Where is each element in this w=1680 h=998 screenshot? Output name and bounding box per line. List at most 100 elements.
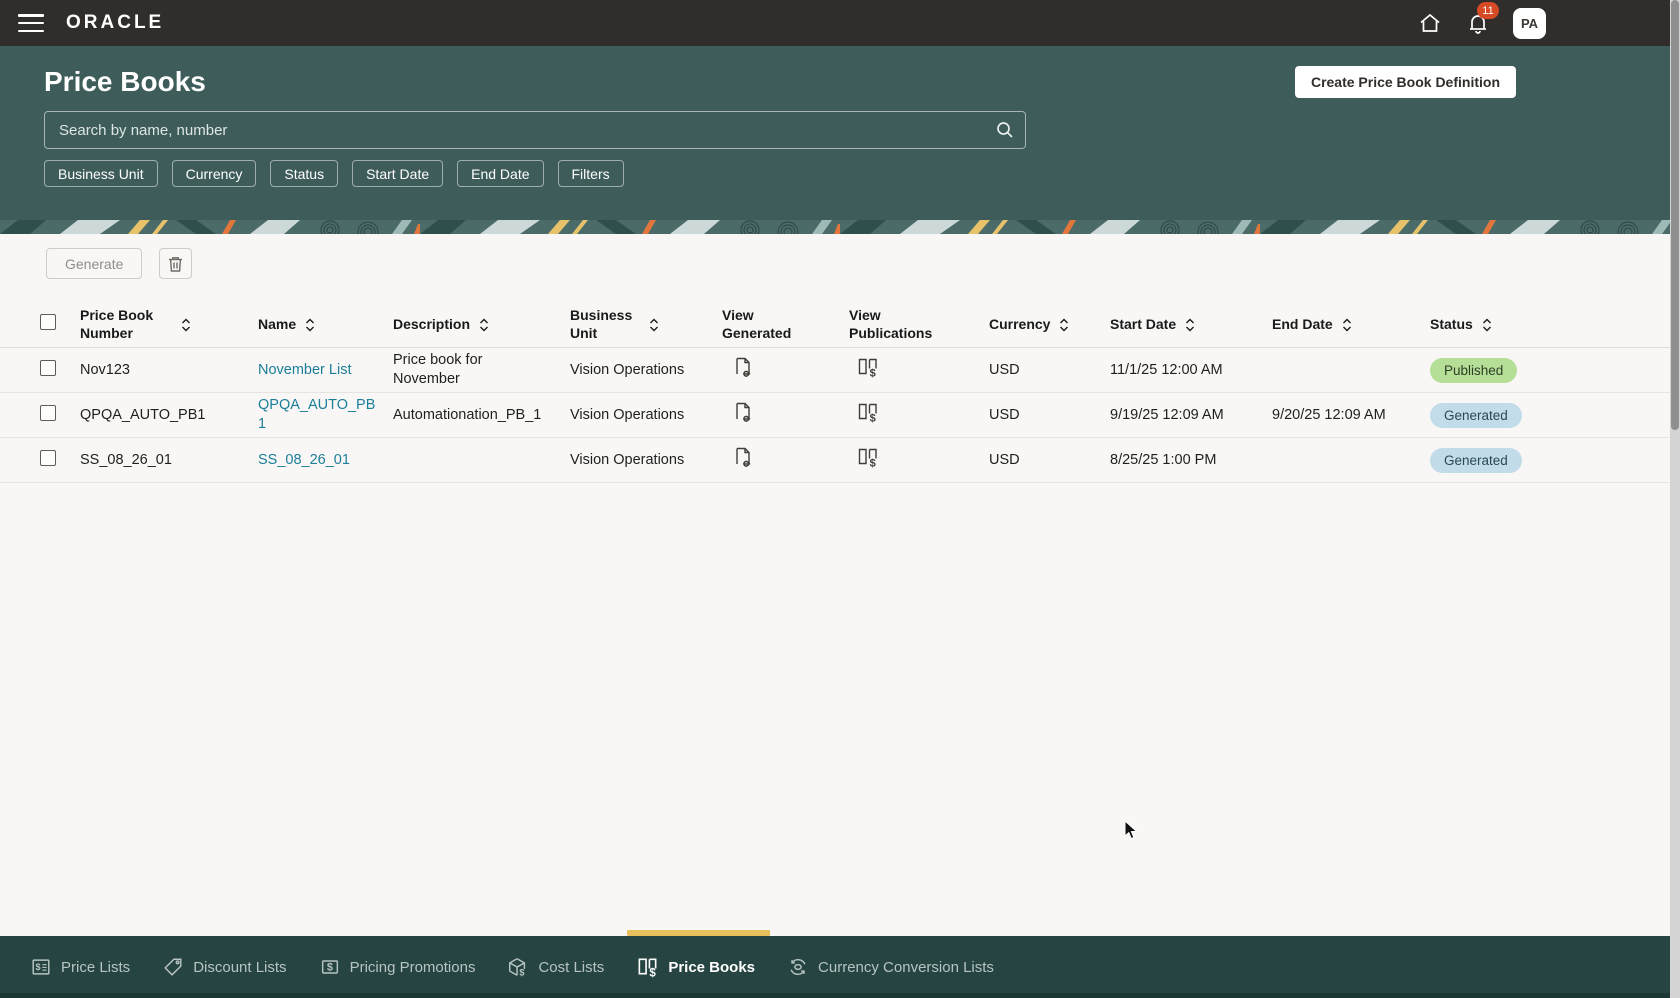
sort-icon[interactable]: [1341, 318, 1353, 332]
home-button[interactable]: [1417, 10, 1443, 36]
column-header-view-generated: View Generated: [722, 307, 792, 341]
svg-text:$: $: [326, 962, 332, 974]
svg-text:$: $: [870, 368, 876, 379]
filter-chip-currency[interactable]: Currency: [171, 160, 257, 187]
nav-item-currency-conversion-lists[interactable]: Currency Conversion Lists: [787, 936, 994, 998]
row-checkbox[interactable]: [40, 449, 56, 466]
hamburger-menu-icon[interactable]: [18, 14, 44, 32]
row-checkbox[interactable]: [40, 359, 56, 376]
price-book-name-link[interactable]: November List: [258, 362, 351, 378]
view-generated-icon[interactable]: [734, 402, 752, 423]
sort-icon[interactable]: [648, 318, 660, 332]
bottom-navigation: $ Price Lists Discount Lists $ Pricing P…: [0, 930, 1680, 998]
notifications-button[interactable]: 11: [1465, 2, 1499, 36]
status-badge: Generated: [1430, 402, 1522, 428]
price-lists-icon: $: [30, 956, 52, 978]
nav-item-label: Currency Conversion Lists: [818, 958, 994, 976]
user-avatar[interactable]: PA: [1513, 7, 1546, 39]
generate-button[interactable]: Generate: [46, 248, 143, 279]
column-header-currency[interactable]: Currency: [989, 316, 1110, 334]
filter-chip-filters[interactable]: Filters: [557, 160, 624, 187]
main-content: Generate Price Book Number Name Descript…: [0, 234, 1680, 936]
price-books-icon: $: [636, 956, 659, 979]
table-row: QPQA_AUTO_PB1 QPQA_AUTO_PB1 Automationat…: [0, 393, 1680, 438]
search-icon[interactable]: [985, 120, 1025, 140]
view-generated-icon[interactable]: [734, 447, 752, 468]
cell-currency: USD: [989, 361, 1020, 378]
nav-item-label: Pricing Promotions: [349, 958, 476, 976]
search-input[interactable]: [45, 121, 985, 139]
delete-button[interactable]: [159, 248, 193, 279]
tag-icon: [162, 956, 184, 978]
filter-chip-status[interactable]: Status: [270, 160, 339, 187]
currency-conversion-icon: [787, 956, 809, 978]
cost-box-icon: $: [507, 956, 529, 978]
nav-item-price-books[interactable]: $ Price Books: [627, 930, 770, 998]
svg-text:$: $: [36, 962, 41, 972]
sort-icon[interactable]: [180, 318, 192, 332]
cell-description: Automationation_PB_1: [393, 406, 542, 423]
sort-icon[interactable]: [478, 318, 490, 332]
column-header-view-publications: View Publications: [849, 307, 933, 341]
view-publications-icon[interactable]: $: [857, 357, 879, 378]
status-badge: Published: [1430, 357, 1518, 383]
table-toolbar: Generate: [46, 248, 1680, 279]
column-header-name[interactable]: Name: [258, 316, 393, 334]
table-header-row: Price Book Number Name Description Busin…: [0, 302, 1680, 348]
table-row: SS_08_26_01 SS_08_26_01 Vision Operation…: [0, 438, 1680, 483]
nav-item-discount-lists[interactable]: Discount Lists: [162, 936, 287, 998]
nav-item-label: Cost Lists: [538, 958, 605, 976]
scrollbar-thumb[interactable]: [1671, 0, 1679, 430]
row-checkbox[interactable]: [40, 404, 56, 421]
filter-chip-start-date[interactable]: Start Date: [352, 160, 444, 187]
filter-chip-end-date[interactable]: End Date: [457, 160, 544, 187]
svg-text:$: $: [650, 967, 657, 978]
cell-business-unit: Vision Operations: [570, 451, 685, 468]
sort-icon[interactable]: [1184, 318, 1196, 332]
cell-start-date: 9/19/25 12:09 AM: [1110, 406, 1224, 423]
view-publications-icon[interactable]: $: [857, 402, 879, 423]
decorative-banner: [0, 220, 1680, 234]
nav-item-cost-lists[interactable]: $ Cost Lists: [507, 936, 604, 998]
nav-item-label: Price Lists: [61, 958, 131, 976]
price-book-name-link[interactable]: SS_08_26_01: [258, 452, 350, 468]
view-generated-icon[interactable]: [734, 357, 752, 378]
trash-icon: [167, 255, 184, 273]
page-title: Price Books: [44, 66, 206, 97]
cell-price-book-number: QPQA_AUTO_PB1: [80, 406, 206, 423]
dollar-box-icon: $: [319, 956, 341, 978]
column-header-status[interactable]: Status: [1430, 316, 1680, 334]
cell-description: Price book for November: [393, 352, 483, 387]
page-header: Price Books Create Price Book Definition…: [0, 46, 1680, 220]
cell-end-date: 9/20/25 12:09 AM: [1272, 406, 1386, 423]
cell-price-book-number: SS_08_26_01: [80, 451, 172, 468]
cell-currency: USD: [989, 406, 1020, 423]
view-publications-icon[interactable]: $: [857, 447, 879, 468]
app-window: ORACLE 11 PA Price Books Create Price Bo…: [0, 0, 1680, 998]
sort-icon[interactable]: [304, 318, 316, 332]
svg-text:$: $: [520, 968, 525, 978]
search-bar: [44, 111, 1026, 149]
column-header-start-date[interactable]: Start Date: [1110, 316, 1272, 334]
cell-business-unit: Vision Operations: [570, 361, 685, 378]
sort-icon[interactable]: [1481, 318, 1493, 332]
sort-icon[interactable]: [1058, 318, 1070, 332]
select-all-checkbox[interactable]: [40, 314, 56, 330]
column-header-end-date[interactable]: End Date: [1272, 316, 1430, 334]
price-book-name-link[interactable]: QPQA_AUTO_PB1: [258, 397, 375, 432]
create-price-book-definition-button[interactable]: Create Price Book Definition: [1294, 66, 1516, 98]
filter-chip-business-unit[interactable]: Business Unit: [44, 160, 158, 187]
cell-currency: USD: [989, 451, 1020, 468]
nav-item-label: Discount Lists: [193, 958, 287, 976]
column-header-description[interactable]: Description: [393, 316, 570, 334]
top-bar: ORACLE 11 PA: [0, 0, 1680, 46]
oracle-logo: ORACLE: [66, 12, 165, 33]
nav-item-pricing-promotions[interactable]: $ Pricing Promotions: [319, 936, 476, 998]
cell-start-date: 8/25/25 1:00 PM: [1110, 451, 1217, 468]
window-bottom-edge: [0, 993, 1680, 998]
vertical-scrollbar: [1670, 0, 1680, 998]
nav-item-price-lists[interactable]: $ Price Lists: [30, 936, 130, 998]
cell-start-date: 11/1/25 12:00 AM: [1110, 361, 1223, 378]
column-header-price-book-number[interactable]: Price Book Number: [80, 307, 258, 342]
column-header-business-unit[interactable]: Business Unit: [570, 307, 722, 342]
